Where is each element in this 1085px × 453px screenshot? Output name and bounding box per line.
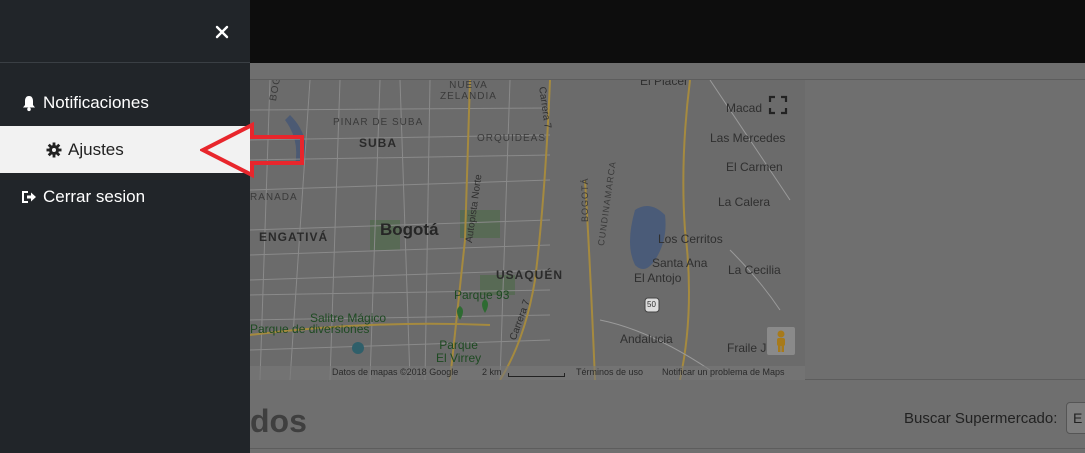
map-label: La Cecilia xyxy=(728,263,781,277)
sign-out-icon xyxy=(20,188,38,206)
fullscreen-icon[interactable] xyxy=(765,92,791,118)
map-label: Las Mercedes xyxy=(710,131,786,145)
map-terms-link[interactable]: Términos de uso xyxy=(576,367,643,377)
map-label: Santa Ana xyxy=(652,256,708,270)
map-label: Andalucia xyxy=(620,332,673,346)
map-label: El Carmen xyxy=(726,160,783,174)
map-report-link[interactable]: Notificar un problema de Maps xyxy=(662,367,785,377)
map-label: Parque de diversiones xyxy=(250,322,370,336)
sidebar-header xyxy=(0,0,250,63)
map-label: Bogotá xyxy=(380,220,439,239)
bell-icon xyxy=(20,94,38,112)
sidebar: Notificaciones Ajustes Cerrar sesion xyxy=(0,0,250,453)
map-label: El Placer xyxy=(640,80,689,88)
sidebar-item-label: Ajustes xyxy=(68,139,124,159)
map-label: RANADA xyxy=(250,192,298,203)
close-icon[interactable] xyxy=(208,18,236,46)
page-heading: dos xyxy=(250,403,307,439)
map-scale: 2 km xyxy=(482,367,502,377)
annotation-arrow-icon xyxy=(200,121,304,179)
map-label: ENGATIVÁ xyxy=(259,230,329,244)
map-attribution: Datos de mapas ©2018 Google 2 km Término… xyxy=(250,366,805,380)
map-data-credit: Datos de mapas ©2018 Google xyxy=(332,367,459,377)
divider xyxy=(250,448,1085,449)
sidebar-item-label: Notificaciones xyxy=(43,92,149,112)
map-scale-bar xyxy=(508,373,565,377)
map-label: Macad xyxy=(726,101,763,115)
sidebar-item-label: Cerrar sesion xyxy=(43,186,146,206)
map-label: BOGOTÁ xyxy=(580,177,590,222)
map-label: PINAR DE SUBA xyxy=(333,117,424,128)
route-shield: 50 xyxy=(647,300,656,309)
map-label: Parque 93 xyxy=(454,288,510,302)
map-label: El Antojo xyxy=(634,271,682,285)
map-label: Fraile J xyxy=(727,341,767,355)
map-label: Los Cerritos xyxy=(658,232,723,246)
map-label: USAQUÉN xyxy=(496,268,564,282)
sidebar-item-notificaciones[interactable]: Notificaciones xyxy=(0,79,250,126)
google-map[interactable]: NUEVA ZELANDIA El Placer Macad Las Merce… xyxy=(250,80,805,380)
map-label: La Calera xyxy=(718,195,771,209)
street-view-pegman-icon[interactable] xyxy=(767,327,795,355)
map-label: ORQUIDEAS xyxy=(477,133,547,144)
map-label: NUEVA ZELANDIA xyxy=(440,80,497,102)
search-input[interactable] xyxy=(1066,402,1085,434)
gear-icon xyxy=(45,141,63,159)
map-label: Parque El Virrey xyxy=(436,338,482,365)
search-label: Buscar Supermercado: xyxy=(904,410,1058,427)
map-label: SUBA xyxy=(359,136,398,150)
